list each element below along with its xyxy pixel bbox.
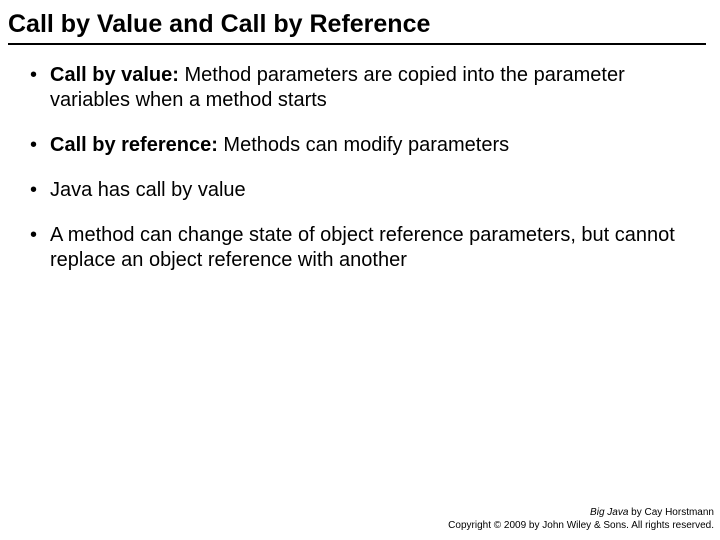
bullet-strong: Call by value: [50, 64, 179, 86]
bullet-text: A method can change state of object refe… [50, 224, 675, 271]
book-title: Big Java [590, 507, 628, 518]
bullet-text: Java has call by value [50, 179, 246, 201]
author-text: by Cay Horstmann [628, 507, 714, 518]
bullet-list: Call by value: Method parameters are cop… [30, 63, 690, 273]
bullet-text: Methods can modify parameters [218, 134, 509, 156]
bullet-strong: Call by reference: [50, 134, 218, 156]
list-item: Call by reference: Methods can modify pa… [30, 133, 690, 158]
slide-title: Call by Value and Call by Reference [8, 10, 706, 43]
footer-copyright: Copyright © 2009 by John Wiley & Sons. A… [448, 520, 714, 533]
title-region: Call by Value and Call by Reference [0, 0, 720, 45]
body-region: Call by value: Method parameters are cop… [0, 45, 720, 273]
footer: Big Java by Cay Horstmann Copyright © 20… [448, 507, 714, 532]
list-item: A method can change state of object refe… [30, 223, 690, 273]
slide: Call by Value and Call by Reference Call… [0, 0, 720, 540]
footer-line1: Big Java by Cay Horstmann [448, 507, 714, 520]
list-item: Call by value: Method parameters are cop… [30, 63, 690, 113]
list-item: Java has call by value [30, 178, 690, 203]
